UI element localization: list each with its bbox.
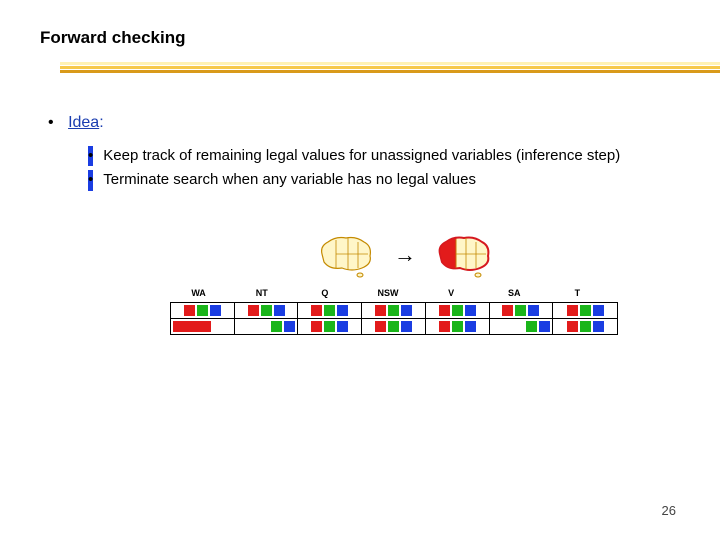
idea-sublist: • Keep track of remaining legal values f…: [88, 146, 658, 195]
list-item: • Terminate search when any variable has…: [88, 170, 658, 190]
page-number: 26: [662, 503, 676, 518]
region-label: T: [555, 288, 600, 298]
region-label: SA: [492, 288, 537, 298]
region-label: NSW: [365, 288, 410, 298]
title-divider: [60, 62, 720, 72]
cell: [553, 318, 617, 334]
region-label: Q: [302, 288, 347, 298]
domain-grid: [170, 302, 618, 335]
cell: [171, 303, 235, 318]
idea-colon: :: [99, 114, 103, 131]
region-label: V: [429, 288, 474, 298]
cell: [362, 318, 426, 334]
cell: [362, 303, 426, 318]
cell: [490, 303, 554, 318]
cell: [298, 303, 362, 318]
cell: [298, 318, 362, 334]
cell: [490, 318, 554, 334]
cell: [553, 303, 617, 318]
region-label: WA: [176, 288, 221, 298]
australia-map-blank: [316, 232, 376, 278]
arrow-right-icon: →: [394, 242, 416, 268]
cell: [235, 303, 299, 318]
grid-row-after-wa: [171, 318, 617, 334]
list-item: • Keep track of remaining legal values f…: [88, 146, 658, 166]
list-item-text: Keep track of remaining legal values for…: [103, 146, 620, 166]
bullet-icon: •: [48, 114, 54, 131]
bullet-icon: •: [88, 146, 93, 166]
australia-maps: →: [210, 232, 600, 278]
cell-wa-assigned: [171, 318, 235, 334]
slide-title: Forward checking: [40, 28, 185, 48]
idea-heading: • Idea:: [48, 114, 104, 132]
idea-label: Idea: [68, 114, 99, 131]
australia-map-wa-red: [434, 232, 494, 278]
cell: [235, 318, 299, 334]
region-header-row: WA NT Q NSW V SA T: [176, 288, 600, 298]
list-item-text: Terminate search when any variable has n…: [103, 170, 476, 190]
region-label: NT: [239, 288, 284, 298]
cell: [426, 318, 490, 334]
forward-checking-diagram: → WA NT Q NSW V SA T: [170, 232, 600, 335]
bullet-icon: •: [88, 170, 93, 190]
cell: [426, 303, 490, 318]
grid-row-initial: [171, 303, 617, 318]
